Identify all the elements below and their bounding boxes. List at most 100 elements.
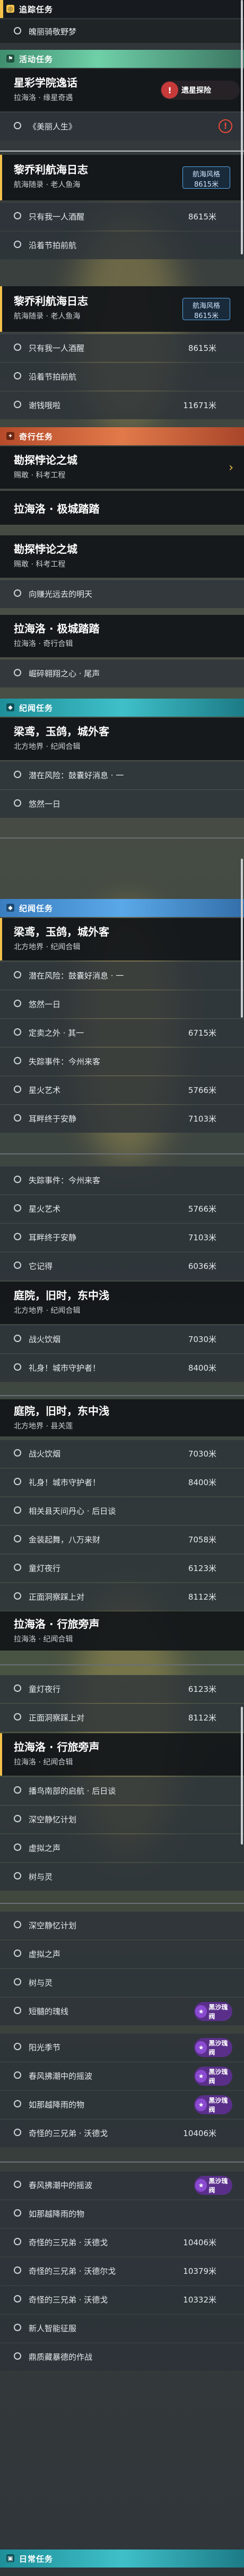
- circle-icon: [14, 1872, 21, 1880]
- circle-icon: [14, 1921, 21, 1928]
- quest-step[interactable]: 耳畔终于安静 7103米: [0, 1105, 244, 1133]
- quest-step[interactable]: 只有我一人酒醒 8615米: [0, 202, 244, 231]
- quest-step[interactable]: 星火艺术 5766米: [0, 1195, 244, 1223]
- scrollbar[interactable]: [241, 859, 243, 1018]
- quest-step[interactable]: 树与灵: [0, 1969, 244, 1997]
- calendar-icon: ▣: [6, 2554, 14, 2562]
- quest-step[interactable]: 悠然一日: [0, 990, 244, 1018]
- warning-icon: !: [219, 119, 232, 133]
- label-text: 鼎质藏暴德的作战: [29, 2352, 93, 2362]
- quest-step[interactable]: 奇怪的三兄弟 · 沃德戈 10406米: [0, 2228, 244, 2256]
- circle-icon: [14, 1114, 21, 1122]
- quest-header-travel[interactable]: 拉海洛 · 行旅旁声 拉海洛 · 纪闻合辑: [0, 1611, 244, 1651]
- quest-header-gengzheng[interactable]: 庭院，旧时，东中浅 北方地界 · 纪闻合辑: [0, 1282, 244, 1324]
- quest-step[interactable]: 星火艺术 5766米: [0, 1076, 244, 1104]
- circle-icon: [14, 27, 21, 34]
- circle-icon: [14, 1478, 21, 1485]
- label-text: 虚拟之声: [29, 1949, 61, 1959]
- quest-step[interactable]: 潜在风险：鼓囊好消息 · 一: [0, 761, 244, 789]
- quest-header-travel[interactable]: 拉海洛 · 行旅旁声 拉海洛 · 纪闻合辑: [0, 1733, 244, 1776]
- section-chronicle[interactable]: ◆ 纪闻任务: [0, 899, 244, 917]
- quest-step[interactable]: 童灯夜行 6123米: [0, 1554, 244, 1582]
- quest-step[interactable]: 短髓的瑰线 ★ 黑沙瑰阀: [0, 1997, 244, 2025]
- quest-header-starstudy[interactable]: 星彩学院逸话 拉海洛 · 缘星奇遇! 遗星探险: [0, 69, 244, 111]
- label-text: 黎乔利航海日志: [14, 163, 88, 176]
- label-text: 黑沙瑰阀: [208, 2068, 228, 2085]
- quest-step[interactable]: 春风拂潮中的摇波 ★ 黑沙瑰阀: [0, 2062, 244, 2090]
- quest-step[interactable]: 虚拟之声: [0, 1940, 244, 1968]
- label-text: 庭院，旧时，东中浅: [14, 1405, 109, 1417]
- quest-step[interactable]: 潜在风险：鼓囊好消息 · 一: [0, 961, 244, 990]
- active-bar: [0, 155, 2, 200]
- quest-header-explore[interactable]: 勘探悖论之城 赐敢 · 科考工程 ›: [0, 446, 244, 489]
- quest-step[interactable]: 沿着节拍前航: [0, 231, 244, 259]
- quest-header-lhl[interactable]: 拉海洛 · 极城踏踏: [0, 491, 244, 525]
- quest-header-voyage[interactable]: 黎乔利航海日志 航海随录 · 老人鱼海 航海风格 8615米: [0, 286, 244, 332]
- section-chronicle[interactable]: ◆ 纪闻任务: [0, 699, 244, 717]
- label-text: 耳畔终于安静: [29, 1114, 77, 1124]
- quest-step[interactable]: 金装起舞，八万来财 7058米: [0, 1525, 244, 1554]
- circle-icon: [14, 2295, 21, 2302]
- scrollbar[interactable]: [241, 1707, 243, 1845]
- quest-badge: ★ 黑沙瑰阀: [194, 2176, 232, 2195]
- quest-step[interactable]: 如那越降雨的物 ★ 黑沙瑰阀: [0, 2090, 244, 2119]
- label-text: 春风拂潮中的摇波: [29, 2181, 93, 2190]
- quest-step[interactable]: 战火饮烟 7030米: [0, 1440, 244, 1468]
- quest-step[interactable]: 深空静忆计划: [0, 1805, 244, 1833]
- quest-step[interactable]: 树与灵: [0, 1863, 244, 1891]
- quest-step[interactable]: 悠然一日: [0, 790, 244, 818]
- quest-step[interactable]: 只有我一人酒醒 8615米: [0, 334, 244, 362]
- quest-step[interactable]: 沿着节拍前航: [0, 363, 244, 391]
- quest-header-lhl[interactable]: 拉海洛 · 极城踏踏 拉海洛 · 奇行合辑: [0, 615, 244, 657]
- quest-header-explore[interactable]: 勘探悖论之城 赐敢 · 科考工程: [0, 535, 244, 578]
- quest-step[interactable]: 如那越降雨的物: [0, 2200, 244, 2228]
- quest-step[interactable]: 奇怪的三兄弟 · 沃德戈 10406米: [0, 2119, 244, 2147]
- section-event[interactable]: ⚑ 活动任务: [0, 50, 244, 68]
- quest-step[interactable]: 童灯夜行 6123米: [0, 1675, 244, 1703]
- label-text: 春风拂潮中的摇波: [29, 2071, 93, 2081]
- label-text: 日常任务: [19, 2554, 54, 2564]
- quest-step[interactable]: 鼎质藏暴德的作战: [0, 2343, 244, 2371]
- label-text: 勘探悖论之城: [14, 543, 77, 555]
- quest-step[interactable]: 相关县天问丹心 · 后日谈: [0, 1497, 244, 1525]
- tracked-quest[interactable]: 魄丽骑敬野梦: [0, 19, 244, 43]
- quest-header-voyage[interactable]: 黎乔利航海日志 航海随录 · 老人鱼海 航海风格 8615米: [0, 155, 244, 200]
- quest-step[interactable]: 谢钱哦啦 11671米: [0, 391, 244, 419]
- circle-icon: [14, 401, 21, 408]
- label-text: 北方地界 · 县关莲: [14, 1422, 73, 1431]
- quest-step[interactable]: 失踪事件：今州来客: [0, 1166, 244, 1194]
- label-text: 新人智能征服: [29, 2324, 77, 2333]
- quest-step[interactable]: 定卖之外 · 其一 6715米: [0, 1019, 244, 1047]
- quest-step[interactable]: 阳光季节 ★ 黑沙瑰阀: [0, 2033, 244, 2061]
- quest-step[interactable]: 向赚光远去的明天: [0, 580, 244, 608]
- quest-step[interactable]: 奇怪的三兄弟 · 沃德戈 10332米: [0, 2286, 244, 2314]
- quest-step[interactable]: 礼身！城市守护者！ 8400米: [0, 1468, 244, 1496]
- scrollbar[interactable]: [241, 0, 243, 254]
- quest-step[interactable]: 礼身！城市守护者！ 8400米: [0, 1354, 244, 1382]
- quest-header-lianghe[interactable]: 梁鸢，玉鸽，城外客 北方地界 · 纪闻合辑: [0, 718, 244, 760]
- quest-step[interactable]: 深空静忆计划: [0, 1911, 244, 1939]
- section-follow[interactable]: ◎ 追踪任务: [0, 0, 244, 18]
- quest-step[interactable]: 虚拟之声: [0, 1834, 244, 1862]
- quest-header-gengzheng[interactable]: 庭院，旧时，东中浅 北方地界 · 县关莲: [0, 1399, 244, 1436]
- quest-step[interactable]: 正面洞察踩上对 8112米: [0, 1704, 244, 1732]
- section-adventure[interactable]: ✦ 奇行任务: [0, 427, 244, 445]
- quest-step[interactable]: 它记得 6036米: [0, 1252, 244, 1280]
- quest-step[interactable]: 崛碎翱翔之心 · 尾声: [0, 659, 244, 687]
- quest-step[interactable]: 失踪事件：今州来客: [0, 1047, 244, 1075]
- quest-step[interactable]: 奇怪的三兄弟 · 沃德尔戈 10379米: [0, 2257, 244, 2285]
- circle-icon: [14, 2071, 21, 2079]
- quest-step[interactable]: 春风拂潮中的摇波 ★ 黑沙瑰阀: [0, 2171, 244, 2199]
- label-text: 战火饮烟: [29, 1449, 61, 1459]
- quest-step[interactable]: 耳畔终于安静 7103米: [0, 1223, 244, 1251]
- quest-step[interactable]: 新人智能征服: [0, 2314, 244, 2342]
- quest-step[interactable]: 《美丽人生》!: [0, 112, 244, 140]
- label-text: 正面洞察踩上对: [29, 1592, 85, 1602]
- circle-icon: [14, 1713, 21, 1721]
- quest-step[interactable]: 战火饮烟 7030米: [0, 1325, 244, 1353]
- quest-step[interactable]: 播鸟南部的启航 · 后日谈: [0, 1777, 244, 1805]
- section-daily[interactable]: ▣ 日常任务: [0, 2549, 244, 2568]
- label-text: 奇怪的三兄弟 · 沃德戈: [29, 2129, 108, 2138]
- quest-header-lianghe[interactable]: 梁鸢，玉鸽，城外客 北方地界 · 纪闻合辑: [0, 918, 244, 960]
- quest-step[interactable]: 正面洞察踩上对 8112米: [0, 1583, 244, 1611]
